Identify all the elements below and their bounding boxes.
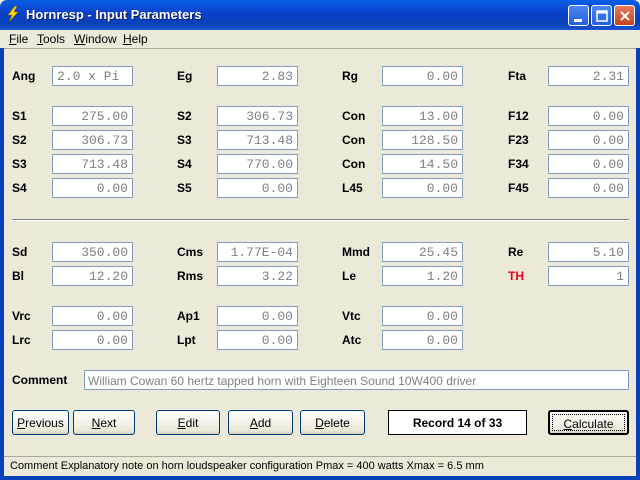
title-bar[interactable]: Hornresp - Input Parameters [0, 0, 640, 30]
maximize-icon [596, 10, 608, 22]
field-atc[interactable]: 0.00 [382, 330, 463, 350]
field-f23[interactable]: 0.00 [548, 130, 629, 150]
status-bar: Comment Explanatory note on horn loudspe… [4, 456, 636, 476]
label-cms: Cms [177, 245, 204, 259]
label-con-3: Con [342, 157, 366, 171]
field-s3[interactable]: 713.48 [217, 130, 298, 150]
field-mmd[interactable]: 25.45 [382, 242, 463, 262]
field-s3-b[interactable]: 713.48 [52, 154, 133, 174]
field-vtc[interactable]: 0.00 [382, 306, 463, 326]
field-l45[interactable]: 0.00 [382, 178, 463, 198]
field-th[interactable]: 1 [548, 266, 629, 286]
label-fta: Fta [508, 69, 526, 83]
next-button[interactable]: Next [73, 410, 135, 435]
minimize-button[interactable] [568, 5, 589, 26]
maximize-button[interactable] [591, 5, 612, 26]
field-f45[interactable]: 0.00 [548, 178, 629, 198]
minimize-icon [574, 19, 582, 22]
field-sd[interactable]: 350.00 [52, 242, 133, 262]
window-title: Hornresp - Input Parameters [26, 7, 202, 22]
field-le[interactable]: 1.20 [382, 266, 463, 286]
label-lrc: Lrc [12, 333, 31, 347]
label-vtc: Vtc [342, 309, 361, 323]
lightning-bolt-icon [7, 6, 19, 22]
label-con-1: Con [342, 109, 366, 123]
label-s2: S2 [177, 109, 192, 123]
field-con-2[interactable]: 128.50 [382, 130, 463, 150]
window-frame-right [636, 30, 640, 480]
close-icon [620, 11, 630, 21]
label-sd: Sd [12, 245, 28, 259]
label-s5: S5 [177, 181, 192, 195]
field-eg[interactable]: 2.83 [217, 66, 298, 86]
field-vrc[interactable]: 0.00 [52, 306, 133, 326]
menu-window[interactable]: Window [74, 32, 117, 46]
label-comment: Comment [12, 373, 68, 387]
field-cms[interactable]: 1.77E-04 [217, 242, 298, 262]
comment-field[interactable]: William Cowan 60 hertz tapped horn with … [84, 370, 629, 390]
field-s2[interactable]: 306.73 [217, 106, 298, 126]
field-f34[interactable]: 0.00 [548, 154, 629, 174]
edit-button[interactable]: Edit [156, 410, 220, 435]
previous-button[interactable]: Previous [12, 410, 69, 435]
field-f12[interactable]: 0.00 [548, 106, 629, 126]
field-ap1[interactable]: 0.00 [217, 306, 298, 326]
calculate-button[interactable]: Calculate [548, 410, 629, 435]
field-bl[interactable]: 12.20 [52, 266, 133, 286]
field-rg[interactable]: 0.00 [382, 66, 463, 86]
field-lpt[interactable]: 0.00 [217, 330, 298, 350]
label-s4: S4 [177, 157, 192, 171]
field-con-1[interactable]: 13.00 [382, 106, 463, 126]
label-bl: Bl [12, 269, 24, 283]
label-lpt: Lpt [177, 333, 196, 347]
section-divider [12, 219, 629, 221]
label-f34: F34 [508, 157, 529, 171]
label-rms: Rms [177, 269, 204, 283]
field-re[interactable]: 5.10 [548, 242, 629, 262]
menu-help[interactable]: Help [123, 32, 148, 46]
label-re: Re [508, 245, 524, 259]
label-eg: Eg [177, 69, 193, 83]
menu-bar: File Tools Window Help [0, 30, 640, 48]
window-frame-bottom [0, 476, 640, 480]
field-s4[interactable]: 770.00 [217, 154, 298, 174]
label-s3-b: S3 [12, 157, 27, 171]
field-s4-b[interactable]: 0.00 [52, 178, 133, 198]
field-fta[interactable]: 2.31 [548, 66, 629, 86]
label-ap1: Ap1 [177, 309, 200, 323]
record-indicator: Record 14 of 33 [388, 410, 527, 435]
field-con-3[interactable]: 14.50 [382, 154, 463, 174]
field-ang[interactable]: 2.0 x Pi [52, 66, 133, 86]
label-con-2: Con [342, 133, 366, 147]
focus-rect [552, 414, 625, 431]
label-mmd: Mmd [342, 245, 370, 259]
field-s1[interactable]: 275.00 [52, 106, 133, 126]
label-f23: F23 [508, 133, 529, 147]
label-l45: L45 [342, 181, 363, 195]
label-le: Le [342, 269, 357, 283]
field-s2-b[interactable]: 306.73 [52, 130, 133, 150]
label-f45: F45 [508, 181, 529, 195]
label-rg: Rg [342, 69, 358, 83]
label-f12: F12 [508, 109, 529, 123]
label-s1: S1 [12, 109, 27, 123]
label-vrc: Vrc [12, 309, 31, 323]
label-th: TH [508, 269, 524, 283]
label-atc: Atc [342, 333, 362, 347]
close-button[interactable] [614, 5, 635, 26]
field-lrc[interactable]: 0.00 [52, 330, 133, 350]
menu-file[interactable]: File [9, 32, 28, 46]
field-rms[interactable]: 3.22 [217, 266, 298, 286]
menu-tools[interactable]: Tools [37, 32, 65, 46]
label-ang: Ang [12, 69, 36, 83]
delete-button[interactable]: Delete [300, 410, 365, 435]
add-button[interactable]: Add [228, 410, 293, 435]
label-s3: S3 [177, 133, 192, 147]
field-s5[interactable]: 0.00 [217, 178, 298, 198]
label-s2-b: S2 [12, 133, 27, 147]
label-s4-b: S4 [12, 181, 27, 195]
